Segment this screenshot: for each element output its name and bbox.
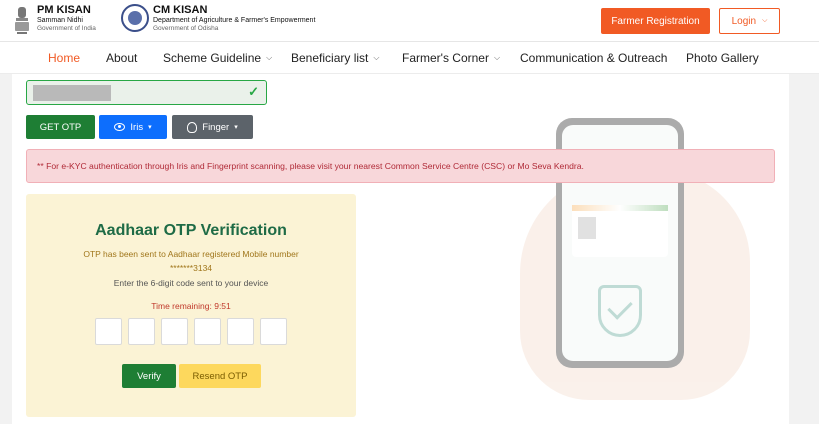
verify-button[interactable]: Verify: [122, 364, 176, 388]
login-button[interactable]: Login ⌵: [719, 8, 780, 34]
otp-sent-message: OTP has been sent to Aadhaar registered …: [83, 249, 299, 259]
check-icon: [607, 294, 633, 320]
otp-timer: Time remaining: 9:51: [151, 301, 231, 311]
nav-about[interactable]: About: [106, 51, 137, 65]
aadhaar-number-field[interactable]: ✓: [26, 80, 267, 105]
resend-otp-button[interactable]: Resend OTP: [179, 364, 261, 388]
masked-mobile-number: *******3134: [169, 263, 213, 273]
main-nav: Home About Scheme Guideline ⌵ Beneficiar…: [0, 42, 819, 74]
login-label: Login: [731, 15, 757, 27]
cm-kisan-brand[interactable]: CM KISAN Department of Agriculture & Far…: [121, 4, 315, 33]
nav-home[interactable]: Home: [48, 51, 80, 65]
otp-verification-panel: Aadhaar OTP Verification OTP has been se…: [26, 194, 356, 417]
phone-illustration: [500, 80, 780, 400]
otp-digit-5[interactable]: [227, 318, 254, 345]
cm-kisan-title: CM KISAN: [153, 4, 208, 16]
site-header: PM KISAN Samman Nidhi Government of Indi…: [0, 0, 819, 42]
nav-farmers-corner[interactable]: Farmer's Corner ⌵: [402, 51, 500, 65]
otp-hint: Enter the 6-digit code sent to your devi…: [113, 278, 269, 288]
nav-photo-gallery-label: Photo Gallery: [686, 51, 759, 65]
nav-about-label: About: [106, 51, 138, 65]
caret-down-icon: ▾: [148, 124, 152, 131]
national-emblem-icon: [15, 7, 29, 34]
otp-digit-3[interactable]: [161, 318, 188, 345]
card-band: [572, 205, 668, 211]
otp-digit-6[interactable]: [260, 318, 287, 345]
nav-farmers-corner-label: Farmer's Corner: [402, 51, 489, 65]
otp-title: Aadhaar OTP Verification: [95, 222, 287, 239]
pm-kisan-brand[interactable]: PM KISAN Samman Nidhi Government of Indi…: [12, 4, 96, 36]
cm-kisan-org: Government of Odisha: [153, 25, 219, 32]
nav-communication-outreach[interactable]: Communication & Outreach: [520, 51, 667, 65]
farmer-registration-button[interactable]: Farmer Registration: [601, 8, 710, 34]
chevron-down-icon: ⌵: [266, 53, 273, 62]
nav-beneficiary-list-label: Beneficiary list: [291, 51, 369, 65]
card-photo: [578, 217, 596, 239]
otp-digit-1[interactable]: [95, 318, 122, 345]
pm-kisan-subtitle: Samman Nidhi: [37, 17, 83, 24]
pm-kisan-title: PM KISAN: [37, 4, 91, 16]
finger-dropdown-button[interactable]: Finger ▾: [172, 115, 253, 139]
nav-home-label: Home: [48, 51, 81, 65]
nav-scheme-guideline[interactable]: Scheme Guideline ⌵: [163, 51, 272, 65]
pm-kisan-org: Government of India: [37, 25, 96, 32]
otp-digit-2[interactable]: [128, 318, 155, 345]
shield-icon: [598, 285, 642, 337]
iris-dropdown-button[interactable]: Iris ▾: [99, 115, 167, 139]
eye-icon: [114, 123, 126, 131]
odisha-seal-icon: [121, 4, 149, 32]
nav-beneficiary-list[interactable]: Beneficiary list ⌵: [291, 51, 379, 65]
chevron-down-icon: ⌵: [493, 53, 501, 62]
caret-down-icon: ▾: [234, 124, 238, 131]
check-icon: ✓: [248, 84, 259, 99]
otp-digit-4[interactable]: [194, 318, 221, 345]
nav-photo-gallery[interactable]: Photo Gallery: [686, 51, 759, 65]
masked-aadhaar-value: [33, 85, 111, 101]
id-card-graphic: [572, 205, 668, 257]
fingerprint-icon: [187, 121, 198, 133]
ekyc-alert: ** For e-KYC authentication through Iris…: [26, 149, 775, 183]
nav-scheme-guideline-label: Scheme Guideline: [163, 51, 262, 65]
finger-label: Finger: [202, 121, 230, 133]
chevron-down-icon: ⌵: [762, 17, 768, 24]
cm-kisan-subtitle: Department of Agriculture & Farmer's Emp…: [153, 17, 316, 24]
nav-communication-outreach-label: Communication & Outreach: [520, 51, 668, 65]
iris-label: Iris: [130, 121, 144, 133]
get-otp-button[interactable]: GET OTP: [26, 115, 95, 139]
chevron-down-icon: ⌵: [373, 53, 380, 62]
